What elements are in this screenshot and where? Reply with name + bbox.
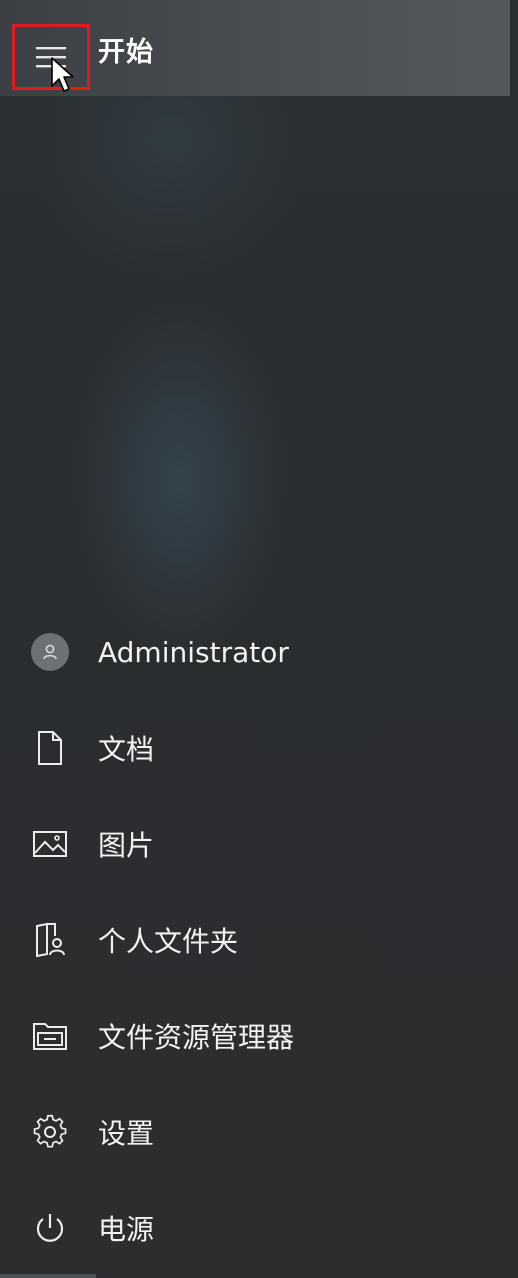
menu-item-label: 文件资源管理器 — [98, 1021, 295, 1054]
menu-item-label: 图片 — [98, 829, 155, 862]
menu-item-label: Administrator — [98, 635, 289, 669]
menu-item-label: 文档 — [98, 733, 155, 766]
menu-item-pictures[interactable]: 图片 — [0, 804, 500, 884]
menu-item-personal-folder[interactable]: 个人文件夹 — [0, 900, 500, 980]
menu-item-account[interactable]: Administrator — [0, 612, 500, 692]
file-explorer-icon — [30, 1016, 70, 1056]
bottom-edge-divider — [0, 1274, 96, 1278]
menu-item-label: 个人文件夹 — [98, 925, 239, 958]
document-icon — [30, 728, 70, 768]
start-menu-header: 开始 — [0, 0, 510, 96]
power-icon — [30, 1208, 70, 1248]
menu-item-label: 设置 — [98, 1117, 155, 1150]
menu-item-documents[interactable]: 文档 — [0, 708, 500, 788]
user-avatar-icon — [30, 632, 70, 672]
personal-folder-icon — [30, 920, 70, 960]
menu-item-power[interactable]: 电源 — [0, 1188, 500, 1268]
mouse-cursor-icon — [51, 57, 74, 92]
menu-item-settings[interactable]: 设置 — [0, 1092, 500, 1172]
gear-icon — [30, 1112, 70, 1152]
menu-item-label: 电源 — [98, 1213, 155, 1246]
picture-icon — [30, 824, 70, 864]
menu-item-file-explorer[interactable]: 文件资源管理器 — [0, 996, 500, 1076]
start-title: 开始 — [98, 37, 154, 68]
